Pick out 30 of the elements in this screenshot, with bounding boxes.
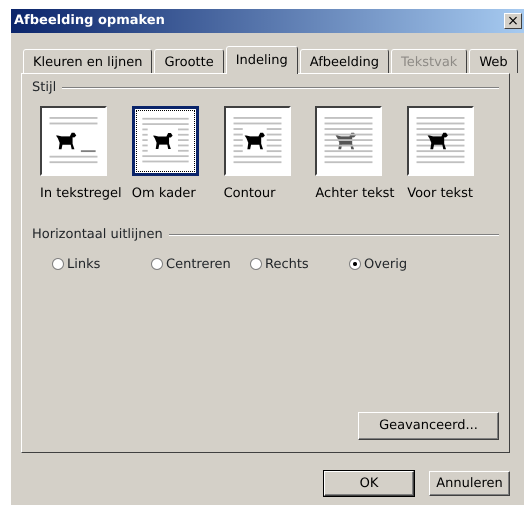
- radio-label: Links: [67, 256, 100, 274]
- group-label: Stijl: [32, 79, 56, 97]
- tab[interactable]: Indeling: [226, 46, 298, 74]
- option-label: Voor tekst: [407, 184, 473, 202]
- dialog-button[interactable]: OK: [324, 471, 414, 496]
- wrap-style-option[interactable]: [407, 106, 474, 176]
- radio-button[interactable]: [250, 258, 262, 270]
- close-button[interactable]: ×: [504, 13, 522, 29]
- radio-button[interactable]: [52, 258, 64, 270]
- window-title: Afbeelding opmaken: [14, 12, 165, 30]
- wrap-style-option[interactable]: [315, 106, 382, 176]
- tab[interactable]: Web: [469, 49, 518, 73]
- radio-button[interactable]: [151, 258, 163, 270]
- tab[interactable]: Grootte: [154, 49, 224, 73]
- wrap-style-option[interactable]: [224, 106, 291, 176]
- option-label: Achter tekst: [315, 184, 395, 202]
- group-label: Horizontaal uitlijnen: [32, 226, 163, 244]
- option-label: Om kader: [132, 184, 196, 202]
- option-label: Contour: [224, 184, 276, 202]
- radio-label: Centreren: [166, 256, 231, 274]
- dialog-button[interactable]: Annuleren: [429, 471, 510, 496]
- tab[interactable]: Afbeelding: [300, 49, 389, 73]
- option-label: In tekstregel: [40, 184, 122, 202]
- wrap-style-option[interactable]: [132, 106, 199, 176]
- wrap-style-option[interactable]: [40, 106, 107, 176]
- tab[interactable]: Kleuren en lijnen: [23, 49, 152, 73]
- radio-button[interactable]: [349, 258, 361, 270]
- advanced-button[interactable]: Geavanceerd...: [358, 412, 499, 440]
- radio-label: Rechts: [265, 256, 309, 274]
- radio-label: Overig: [364, 256, 408, 274]
